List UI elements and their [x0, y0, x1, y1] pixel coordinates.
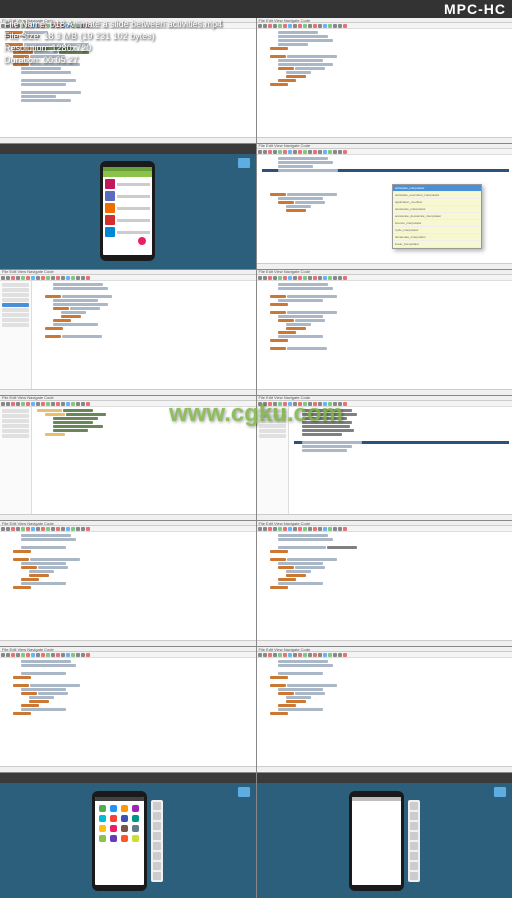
thumb-6: File Edit View Navigate Code: [257, 270, 512, 395]
emulator-controls: [151, 800, 163, 882]
app-blank-screen: [352, 801, 401, 885]
phone-device: [100, 161, 155, 261]
thumb-4: File Edit View Navigate Code: [257, 144, 512, 269]
app-drawer: [97, 803, 142, 844]
file-info-overlay: File Name: 018 Animate a slide between a…: [4, 18, 222, 66]
player-titlebar: MPC-HC: [0, 0, 512, 18]
thumb-14-emulator: [257, 773, 512, 898]
thumb-5: File Edit View Navigate Code: [0, 270, 256, 395]
emulator-titlebar: [0, 144, 256, 154]
autocomplete-popup: anticipate_interpolator anticipate_overs…: [392, 184, 482, 249]
info-filesize: 18.3 MB (19 231 102 bytes): [44, 31, 155, 41]
thumb-3-emulator: [0, 144, 256, 269]
thumb-11: File Edit View Navigate Code: [0, 647, 256, 772]
info-duration: 00:05:27: [43, 55, 78, 65]
info-resolution: 1280x720: [52, 43, 92, 53]
thumb-13-emulator: [0, 773, 256, 898]
desktop-folder-icon: [238, 158, 250, 168]
player-title: MPC-HC: [444, 1, 506, 17]
thumb-9: File Edit View Navigate Code: [0, 521, 256, 646]
thumb-10: File Edit View Navigate Code: [257, 521, 512, 646]
thumbnail-grid: File Edit View Navigate Code: [0, 18, 512, 898]
thumb-2: File Edit View Navigate Code: [257, 18, 512, 143]
watermark: www.cgku.com: [169, 400, 343, 428]
info-filename: 018 Animate a slide between activities.m…: [50, 19, 222, 29]
project-tree: [0, 281, 32, 389]
thumb-12: File Edit View Navigate Code: [257, 647, 512, 772]
